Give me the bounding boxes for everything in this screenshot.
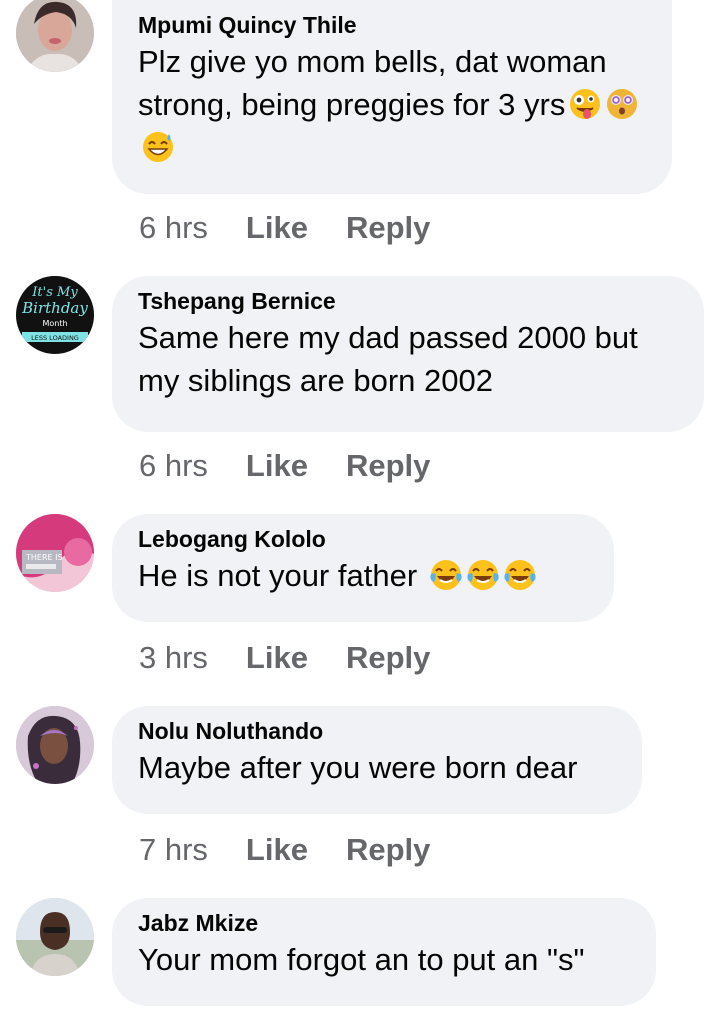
comment-actions: 3 hrs Like Reply (139, 638, 430, 678)
reply-button[interactable]: Reply (346, 208, 430, 248)
comment-actions: 6 hrs Like Reply (139, 446, 430, 486)
reply-button[interactable]: Reply (346, 638, 430, 678)
tears-of-joy-emoji (429, 558, 463, 592)
avatar-text: LESS LOADING (31, 334, 79, 342)
reply-button[interactable]: Reply (346, 446, 430, 486)
comment-actions: 6 hrs Like Reply (139, 208, 430, 248)
comment-text: Same here my dad passed 2000 but my sibl… (138, 320, 638, 398)
like-button[interactable]: Like (246, 638, 308, 678)
comment-timestamp[interactable]: 6 hrs (139, 208, 208, 248)
like-button[interactable]: Like (246, 208, 308, 248)
comment-author[interactable]: Tshepang Bernice (138, 286, 678, 316)
avatar[interactable] (16, 0, 94, 72)
comment-author[interactable]: Lebogang Kololo (138, 524, 588, 554)
comment-timestamp[interactable]: 3 hrs (139, 638, 208, 678)
comment-bubble[interactable]: Jabz Mkize Your mom forgot an to put an … (112, 898, 656, 1006)
comment-bubble[interactable]: Mpumi Quincy Thile Plz give yo mom bells… (112, 0, 672, 194)
zany-face-emoji (568, 87, 602, 121)
comment-text: He is not your father (138, 554, 588, 597)
comment-timestamp[interactable]: 6 hrs (139, 446, 208, 486)
like-button[interactable]: Like (246, 830, 308, 870)
comment-author[interactable]: Jabz Mkize (138, 908, 630, 938)
reply-button[interactable]: Reply (346, 830, 430, 870)
avatar-text: It's My (31, 285, 78, 300)
comment-text: Your mom forgot an to put an "s" (138, 942, 585, 977)
avatar-text: Birthday (21, 299, 88, 317)
comment-text: Maybe after you were born dear (138, 750, 578, 785)
avatar[interactable]: THERE IS (16, 514, 94, 592)
comment-timestamp[interactable]: 7 hrs (139, 830, 208, 870)
avatar-text: Month (42, 319, 67, 328)
tears-of-joy-emoji (466, 558, 500, 592)
comment-bubble[interactable]: Lebogang Kololo He is not your father (112, 514, 614, 622)
comment-bubble[interactable]: Nolu Noluthando Maybe after you were bor… (112, 706, 642, 814)
avatar[interactable] (16, 898, 94, 976)
comment-bubble[interactable]: Tshepang Bernice Same here my dad passed… (112, 276, 704, 432)
comment-text: Plz give yo mom bells, dat woman strong,… (138, 40, 646, 169)
comment-actions: 7 hrs Like Reply (139, 830, 430, 870)
like-button[interactable]: Like (246, 446, 308, 486)
comment-author[interactable]: Mpumi Quincy Thile (138, 10, 646, 40)
avatar[interactable] (16, 706, 94, 784)
dizzy-face-emoji (605, 87, 639, 121)
avatar-text: THERE IS (25, 553, 63, 562)
avatar[interactable]: It's My Birthday Month LESS LOADING (16, 276, 94, 354)
tears-of-joy-emoji (503, 558, 537, 592)
grinning-sweat-emoji (141, 130, 175, 164)
comment-author[interactable]: Nolu Noluthando (138, 716, 616, 746)
